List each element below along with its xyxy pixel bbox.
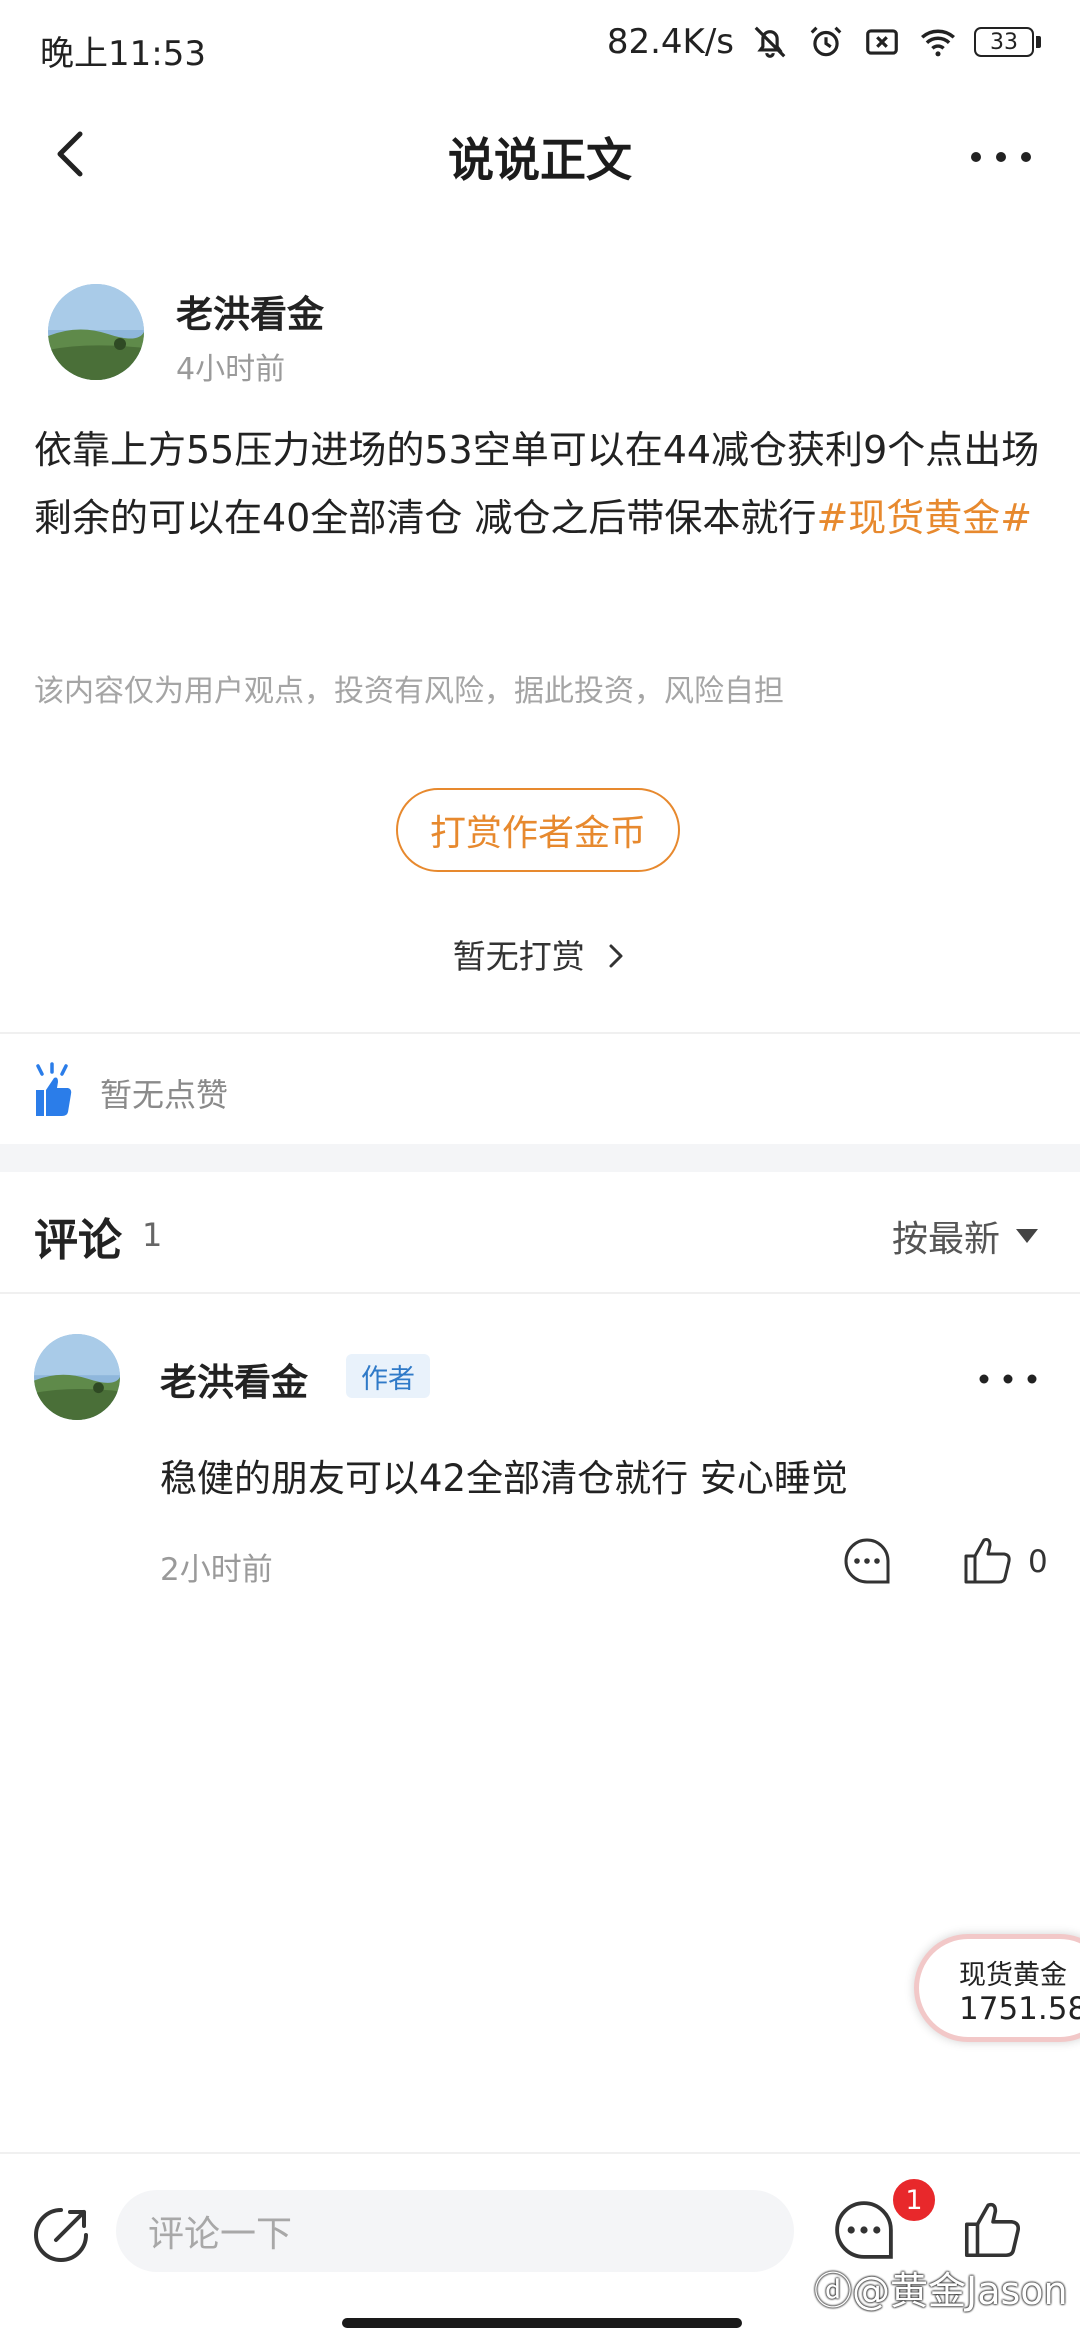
battery-icon: 33	[974, 25, 1044, 59]
section-separator	[0, 1144, 1080, 1172]
comments-button[interactable]	[832, 2198, 896, 2262]
comment-author-avatar[interactable]	[34, 1334, 120, 1420]
post-time: 4小时前	[176, 352, 286, 387]
risk-disclaimer: 该内容仅为用户观点，投资有风险，据此投资，风险自担	[34, 674, 784, 709]
like-button[interactable]	[962, 2198, 1024, 2260]
reward-list-label: 暂无打赏	[452, 937, 585, 976]
reward-list-link[interactable]: 暂无打赏	[0, 930, 1080, 978]
home-indicator[interactable]	[342, 2318, 742, 2328]
author-avatar[interactable]	[48, 284, 144, 380]
chevron-right-icon	[609, 944, 623, 968]
gold-price-widget[interactable]: 现货黄金 1751.58	[914, 1934, 1080, 2042]
wifi-icon	[918, 22, 958, 62]
caret-down-icon	[1016, 1229, 1038, 1243]
post-author-name[interactable]: 老洪看金	[176, 284, 324, 338]
sort-dropdown[interactable]: 按最新	[892, 1210, 1040, 1262]
comment-count-badge: 1	[890, 2176, 938, 2224]
battery-level: 33	[974, 27, 1034, 57]
share-arrow-icon	[34, 2208, 88, 2262]
post-body: 依靠上方55压力进场的53空单可以在44减仓获利9个点出场剩余的可以在40全部清…	[34, 416, 1044, 552]
comments-count: 1	[142, 1216, 163, 1254]
chat-bubble-icon	[844, 1538, 890, 1584]
quote-label: 现货黄金	[959, 1960, 1067, 1991]
mute-bell-icon	[750, 22, 790, 62]
comment-text: 稳健的朋友可以42全部清仓就行 安心睡觉	[160, 1457, 848, 1500]
reply-button[interactable]	[842, 1536, 892, 1586]
more-dots-icon	[971, 152, 1031, 162]
comment-like-button[interactable]	[962, 1534, 1014, 1586]
sort-label: 按最新	[891, 1219, 1000, 1260]
share-button[interactable]	[30, 2204, 92, 2266]
thumbs-up-icon	[964, 1538, 1011, 1584]
comment-like-count: 0	[1028, 1544, 1048, 1580]
status-time: 晚上11:53	[40, 34, 206, 74]
divider	[0, 1292, 1080, 1294]
comments-title: 评论	[34, 1215, 122, 1266]
reward-author-button[interactable]: 打赏作者金币	[396, 788, 680, 872]
sim-off-icon	[862, 22, 902, 62]
likes-status: 暂无点赞	[100, 1076, 229, 1114]
more-options-button[interactable]	[966, 132, 1036, 182]
comment-input[interactable]: 评论一下	[116, 2190, 794, 2272]
author-badge: 作者	[346, 1354, 430, 1398]
hashtag-link[interactable]: #现货黄金#	[816, 496, 1032, 540]
network-speed: 82.4K/s	[606, 22, 734, 62]
more-dots-icon	[979, 1374, 1037, 1384]
quote-value: 1751.58	[959, 1991, 1080, 2027]
chat-bubble-icon	[835, 2201, 893, 2259]
status-icons: 82.4K/s 33	[607, 22, 1044, 62]
comment-time: 2小时前	[160, 1552, 273, 1588]
bottom-action-bar: 评论一下 1 ⓓ@黄金Jason	[0, 2152, 1080, 2342]
comment-more-button[interactable]	[976, 1364, 1040, 1394]
alarm-icon	[806, 22, 846, 62]
watermark: ⓓ@黄金Jason	[814, 2269, 1068, 2313]
thumbs-up-icon	[964, 2202, 1020, 2258]
divider	[0, 1032, 1080, 1034]
page-title: 说说正文	[448, 133, 632, 187]
comment-author-name[interactable]: 老洪看金	[160, 1352, 308, 1406]
thumbs-up-blue-icon[interactable]	[32, 1062, 74, 1118]
status-bar: 晚上11:53 82.4K/s 33	[0, 0, 1080, 96]
